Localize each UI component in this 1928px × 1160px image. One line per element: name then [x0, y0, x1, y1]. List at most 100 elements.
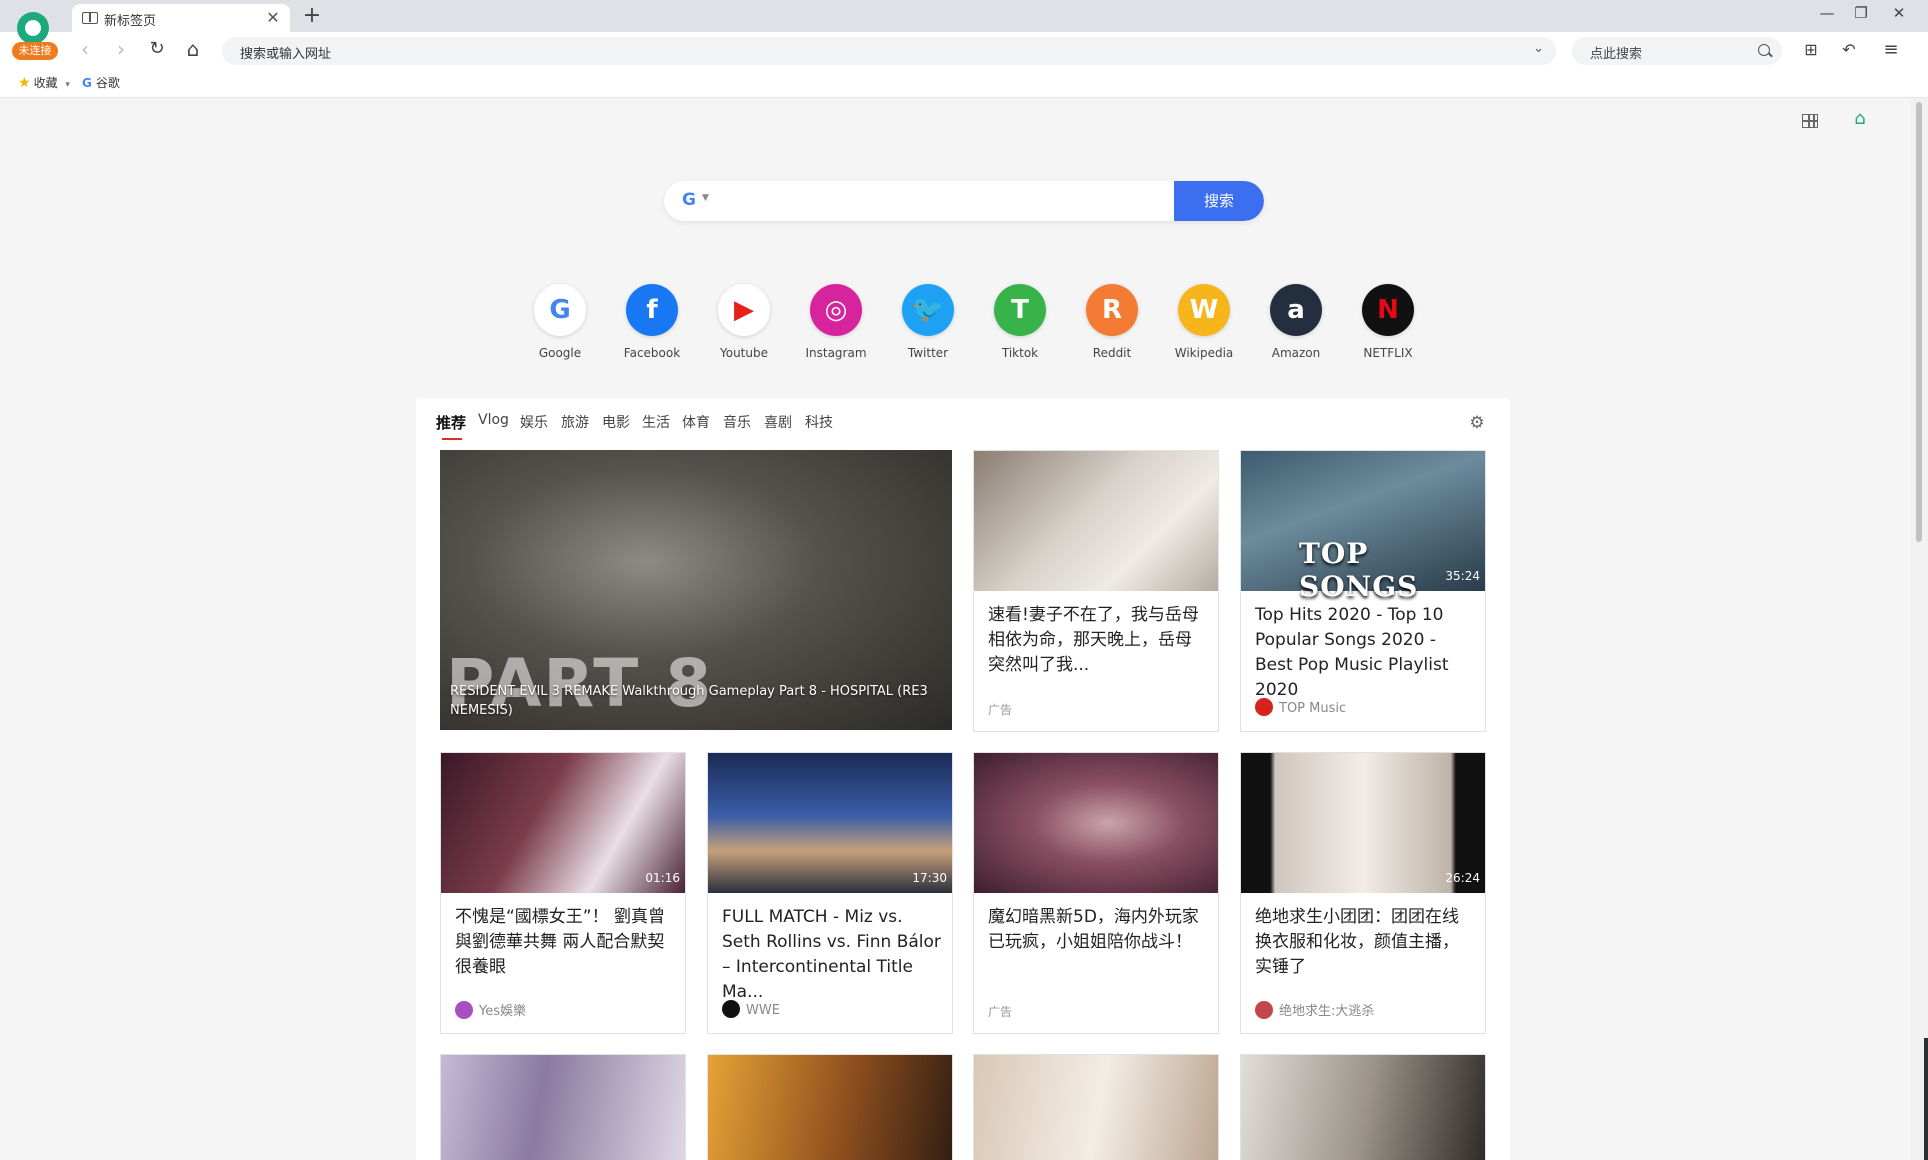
star-icon: ★	[18, 75, 31, 91]
channel-name: TOP Music	[1279, 701, 1347, 716]
video-card-ad[interactable]: 速看!妻子不在了，我与岳母相依为命，那天晚上，岳母突然叫了我... 广告	[973, 450, 1219, 732]
page-search-bar: G ▼ 搜索	[664, 181, 1264, 221]
layout-grid-icon[interactable]	[1802, 114, 1818, 128]
video-source[interactable]: Yes娛樂	[455, 1000, 526, 1019]
shortcut-label: Youtube	[720, 346, 768, 360]
search-button[interactable]: 搜索	[1174, 181, 1264, 221]
tab-page-icon	[82, 12, 98, 24]
category-tab-9[interactable]: 科技	[805, 412, 833, 432]
twitter-icon: 🐦	[902, 284, 954, 336]
undo-icon[interactable]: ↶	[1836, 37, 1862, 63]
address-bar[interactable]: 搜索或输入网址 ⌄	[222, 37, 1556, 65]
engine-dropdown-icon[interactable]: ▼	[702, 193, 709, 203]
shortcut-amazon[interactable]: a Amazon	[1250, 284, 1342, 364]
category-tab-4[interactable]: 电影	[602, 412, 630, 432]
video-thumbnail	[1241, 1055, 1485, 1160]
new-tab-page: ⌂ G ▼ 搜索 G Google f Facebook ▶ Youtube ◎ Instag…	[0, 98, 1910, 1160]
category-tab-5[interactable]: 生活	[642, 412, 670, 432]
apps-grid-icon[interactable]: ⊞	[1798, 37, 1824, 63]
tab-close-icon[interactable]: ✕	[264, 8, 282, 27]
close-window-button[interactable]: ✕	[1884, 4, 1914, 22]
scrollbar-thumb[interactable]	[1916, 102, 1922, 542]
video-thumbnail	[974, 451, 1218, 591]
shortcut-label: Tiktok	[1001, 346, 1039, 360]
video-source[interactable]: TOP Music	[1255, 698, 1346, 716]
tiktok-icon: T	[994, 284, 1046, 336]
video-title: 魔幻暗黑新5D，海内外玩家已玩疯，小姐姐陪你战斗！	[988, 907, 1199, 952]
tab-title: 新标签页	[104, 14, 157, 29]
toolbar-search-placeholder: 点此搜索	[1590, 47, 1643, 62]
bookmark-google[interactable]: G 谷歌	[82, 74, 120, 91]
menu-icon[interactable]: ≡	[1878, 37, 1904, 63]
shortcut-label: Google	[538, 346, 582, 360]
video-thumbnail	[974, 753, 1218, 893]
search-icon[interactable]	[1758, 44, 1770, 56]
profile-button[interactable]: 未连接	[10, 6, 58, 62]
video-card[interactable]: 01:16 不愧是“國標女王”！ 劉真曾與劉德華共舞 兩人配合默契很養眼 Yes…	[440, 752, 686, 1034]
shortcut-instagram[interactable]: ◎ Instagram	[790, 284, 882, 364]
video-title: FULL MATCH - Miz vs. Seth Rollins vs. Fi…	[722, 907, 941, 1002]
shortcut-twitter[interactable]: 🐦 Twitter	[882, 284, 974, 364]
shortcut-youtube[interactable]: ▶ Youtube	[698, 284, 790, 364]
category-tab-0[interactable]: 推荐	[436, 412, 466, 440]
scrollbar-edge	[1924, 1038, 1928, 1160]
video-card[interactable]	[1240, 1054, 1486, 1160]
restore-button[interactable]: ❐	[1846, 4, 1876, 22]
channel-avatar-icon	[722, 1000, 740, 1018]
video-thumbnail	[974, 1055, 1218, 1160]
category-tab-3[interactable]: 旅游	[561, 412, 589, 432]
shortcut-netflix[interactable]: N NETFLIX	[1342, 284, 1434, 364]
bookmarks-bar: ★ 收藏 ▾ G 谷歌	[0, 68, 1928, 98]
back-button[interactable]: ‹	[72, 36, 98, 62]
new-tab-button[interactable]: +	[300, 3, 324, 28]
shortcut-google[interactable]: G Google	[514, 284, 606, 364]
home-button[interactable]: ⌂	[180, 36, 206, 62]
shortcut-grid: G Google f Facebook ▶ Youtube ◎ Instagram 🐦 Twitt…	[514, 284, 1434, 364]
video-card[interactable]: TOP SONGS 35:24 Top Hits 2020 - Top 10 P…	[1240, 450, 1486, 732]
video-card[interactable]: 17:30 FULL MATCH - Miz vs. Seth Rollins …	[707, 752, 953, 1034]
page-scrollbar[interactable]	[1910, 98, 1928, 1160]
video-card[interactable]	[973, 1054, 1219, 1160]
home-icon[interactable]: ⌂	[1848, 108, 1872, 129]
category-tab-2[interactable]: 娱乐	[520, 412, 548, 432]
bookmark-favorites[interactable]: ★ 收藏 ▾	[18, 74, 70, 91]
caret-down-icon: ▾	[65, 80, 70, 90]
video-card[interactable]	[440, 1054, 686, 1160]
title-bar: 未连接 新标签页 ✕ + — ❐ ✕	[0, 0, 1928, 60]
profile-status-badge: 未连接	[12, 42, 58, 60]
shortcut-label: Reddit	[1092, 346, 1132, 360]
toolbar-search-box[interactable]: 点此搜索	[1572, 37, 1782, 65]
reload-button[interactable]: ↻	[144, 36, 170, 62]
page-search-input[interactable]	[722, 181, 1132, 221]
youtube-icon: ▶	[718, 284, 770, 336]
instagram-icon: ◎	[810, 284, 862, 336]
video-thumbnail	[708, 1055, 952, 1160]
shortcut-label: NETFLIX	[1363, 346, 1413, 360]
category-tab-7[interactable]: 音乐	[723, 412, 751, 432]
address-placeholder: 搜索或输入网址	[240, 47, 332, 62]
featured-video-card[interactable]: PART 8 RESIDENT EVIL 3 REMAKE Walkthroug…	[440, 450, 952, 730]
google-engine-icon[interactable]: G	[682, 190, 696, 210]
video-source[interactable]: WWE	[722, 1000, 780, 1018]
category-tab-6[interactable]: 体育	[682, 412, 710, 432]
gear-icon[interactable]: ⚙	[1468, 414, 1486, 432]
tab-new-tab[interactable]: 新标签页 ✕	[72, 4, 290, 32]
channel-name: WWE	[746, 1003, 780, 1018]
category-tab-8[interactable]: 喜剧	[764, 412, 792, 432]
category-tab-1[interactable]: Vlog	[478, 412, 509, 428]
chevron-down-icon[interactable]: ⌄	[1533, 41, 1544, 56]
shortcut-facebook[interactable]: f Facebook	[606, 284, 698, 364]
shortcut-tiktok[interactable]: T Tiktok	[974, 284, 1066, 364]
ad-label: 广告	[988, 703, 1013, 717]
minimize-button[interactable]: —	[1812, 4, 1842, 22]
video-feed: 推荐 Vlog 娱乐 旅游 电影 生活 体育 音乐 喜剧 科技 ⚙ PART 8 RESIDENT…	[416, 398, 1510, 1160]
video-card-ad[interactable]: 魔幻暗黑新5D，海内外玩家已玩疯，小姐姐陪你战斗！ 广告	[973, 752, 1219, 1034]
video-card[interactable]	[707, 1054, 953, 1160]
video-card[interactable]: 26:24 绝地求生小团团：团团在线换衣服和化妆，颜值主播，实锤了 绝地求生:大…	[1240, 752, 1486, 1034]
forward-button[interactable]: ›	[108, 36, 134, 62]
shortcut-reddit[interactable]: R Reddit	[1066, 284, 1158, 364]
ad-label: 广告	[988, 1005, 1013, 1019]
shortcut-wikipedia[interactable]: W Wikipedia	[1158, 284, 1250, 364]
video-source[interactable]: 绝地求生:大逃杀	[1255, 1000, 1374, 1019]
channel-name: Yes娛樂	[479, 1004, 526, 1019]
